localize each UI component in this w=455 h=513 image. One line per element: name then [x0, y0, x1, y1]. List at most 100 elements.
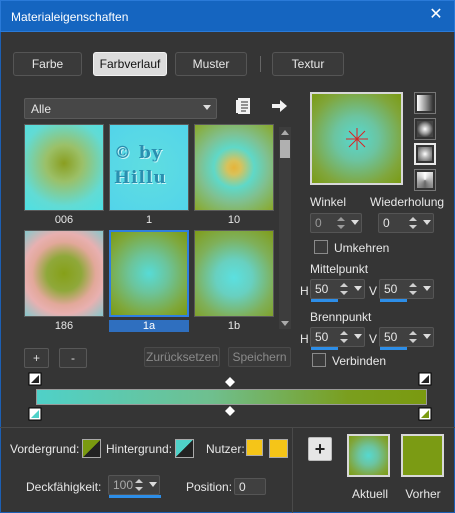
- focus-v-label: V: [369, 332, 378, 346]
- close-icon[interactable]: ✕: [428, 7, 444, 23]
- chevron-down-icon[interactable]: [351, 220, 359, 225]
- center-v-spinner[interactable]: 50: [379, 279, 434, 302]
- repeat-value: 0: [383, 216, 390, 230]
- scroll-up-icon[interactable]: [281, 130, 289, 135]
- stop-marker-icon[interactable]: [418, 372, 432, 386]
- radial-style-icon[interactable]: [414, 169, 436, 191]
- gradient-swatch: [24, 230, 104, 317]
- tab-muster[interactable]: Muster: [175, 52, 247, 76]
- gradient-name: 10: [227, 214, 241, 226]
- position-value: 0: [239, 480, 246, 494]
- spin-arrows-icon[interactable]: [338, 281, 350, 297]
- rectangular-style-icon[interactable]: [414, 118, 436, 140]
- gradient-swatch: [109, 230, 189, 317]
- arrow-right-icon[interactable]: [270, 97, 288, 115]
- angle-value: 0: [315, 216, 322, 230]
- category-dropdown[interactable]: Alle: [24, 98, 217, 119]
- gradient-name: 1a: [109, 320, 189, 332]
- center-v-value: 50: [384, 282, 398, 296]
- focus-v-spinner[interactable]: 50: [379, 327, 434, 350]
- gradient-thumb[interactable]: 1b: [194, 230, 274, 332]
- footer-divider: [0, 427, 455, 428]
- chevron-down-icon[interactable]: [354, 286, 362, 291]
- chevron-down-icon[interactable]: [423, 286, 431, 291]
- center-v-label: V: [369, 284, 378, 298]
- user-swatch-2[interactable]: [269, 439, 288, 458]
- spin-arrows-icon[interactable]: [335, 215, 347, 231]
- add-swatch-button[interactable]: +: [308, 437, 332, 461]
- gradient-library: 006 © by Hillu 1 10 186 1a 1b: [24, 124, 276, 334]
- tab-textur[interactable]: Textur: [272, 52, 344, 76]
- chevron-down-icon[interactable]: [423, 334, 431, 339]
- previous-material-swatch[interactable]: [401, 434, 444, 477]
- focus-v-value: 50: [384, 330, 398, 344]
- repeat-spinner[interactable]: 0: [378, 213, 434, 233]
- stop-marker-icon[interactable]: [28, 407, 42, 421]
- gradient-thumb-selected[interactable]: 1a: [109, 230, 189, 332]
- user-swatch-1[interactable]: [246, 439, 263, 456]
- tab-farbe[interactable]: Farbe: [13, 52, 82, 76]
- spin-arrows-icon[interactable]: [407, 329, 419, 345]
- chevron-down-icon[interactable]: [423, 220, 431, 225]
- midpoint-diamond-icon[interactable]: [225, 377, 235, 387]
- focus-h-spinner[interactable]: 50: [310, 327, 365, 350]
- gradient-bar[interactable]: [36, 389, 427, 405]
- opacity-spinner[interactable]: 100: [108, 475, 161, 498]
- center-h-bar: [311, 299, 338, 302]
- midpoint-diamond-icon[interactable]: [225, 406, 235, 416]
- save-button[interactable]: Speichern: [228, 347, 291, 367]
- current-label: Aktuell: [351, 487, 389, 501]
- gradient-swatch: [24, 124, 104, 211]
- window-title: Materialeigenschaften: [11, 10, 129, 24]
- focus-label: Brennpunkt: [310, 310, 372, 324]
- link-label[interactable]: Verbinden: [332, 354, 386, 368]
- gradient-thumb[interactable]: 006: [24, 124, 104, 226]
- opacity-label: Deckfähigkeit:: [26, 480, 102, 494]
- gradient-swatch: [194, 124, 274, 211]
- gradient-thumb[interactable]: 186: [24, 230, 104, 332]
- remove-gradient-button[interactable]: -: [59, 348, 87, 368]
- link-checkbox[interactable]: [312, 353, 326, 367]
- stop-marker-icon[interactable]: [418, 407, 432, 421]
- background-label: Hintergrund:: [106, 442, 173, 456]
- scroll-down-icon[interactable]: [281, 321, 289, 326]
- library-scrollbar[interactable]: [279, 127, 291, 329]
- tab-farbverlauf[interactable]: Farbverlauf: [93, 52, 167, 76]
- gradient-name: 006: [54, 214, 74, 226]
- add-gradient-button[interactable]: +: [24, 348, 49, 368]
- gradient-thumb[interactable]: © by Hillu 1: [109, 124, 189, 226]
- gradient-thumb[interactable]: 10: [194, 124, 274, 226]
- previous-label: Vorher: [405, 487, 441, 501]
- invert-checkbox[interactable]: [314, 240, 328, 254]
- background-swatch[interactable]: [175, 439, 194, 458]
- center-h-spinner[interactable]: 50: [310, 279, 365, 302]
- footer-vertical-divider: [292, 428, 293, 513]
- foreground-label: Vordergrund:: [10, 442, 80, 456]
- position-field[interactable]: 0: [234, 478, 266, 495]
- spin-arrows-icon[interactable]: [133, 477, 145, 493]
- reset-button[interactable]: Zurücksetzen: [144, 347, 220, 367]
- crosshair-icon[interactable]: [344, 126, 370, 152]
- center-label: Mittelpunkt: [310, 262, 369, 276]
- spin-arrows-icon[interactable]: [338, 329, 350, 345]
- gradient-swatch: © by Hillu: [109, 124, 189, 211]
- spin-arrows-icon[interactable]: [407, 281, 419, 297]
- chevron-down-icon[interactable]: [354, 334, 362, 339]
- linear-style-icon[interactable]: [414, 92, 436, 114]
- invert-label[interactable]: Umkehren: [334, 241, 389, 255]
- spin-arrows-icon[interactable]: [407, 215, 419, 231]
- foreground-swatch[interactable]: [82, 439, 101, 458]
- gradient-name: 1: [145, 214, 153, 226]
- current-material-swatch[interactable]: [347, 434, 390, 477]
- center-v-bar: [380, 299, 407, 302]
- focus-h-label: H: [300, 332, 309, 346]
- center-h-label: H: [300, 284, 309, 298]
- chevron-down-icon[interactable]: [149, 482, 157, 487]
- gradient-preview[interactable]: [310, 92, 403, 185]
- focus-h-bar: [311, 347, 338, 350]
- sunburst-style-icon[interactable]: [414, 143, 436, 165]
- stop-marker-icon[interactable]: [28, 372, 42, 386]
- document-icon[interactable]: [235, 97, 253, 115]
- scrollbar-thumb[interactable]: [280, 140, 290, 158]
- angle-spinner[interactable]: 0: [310, 213, 362, 233]
